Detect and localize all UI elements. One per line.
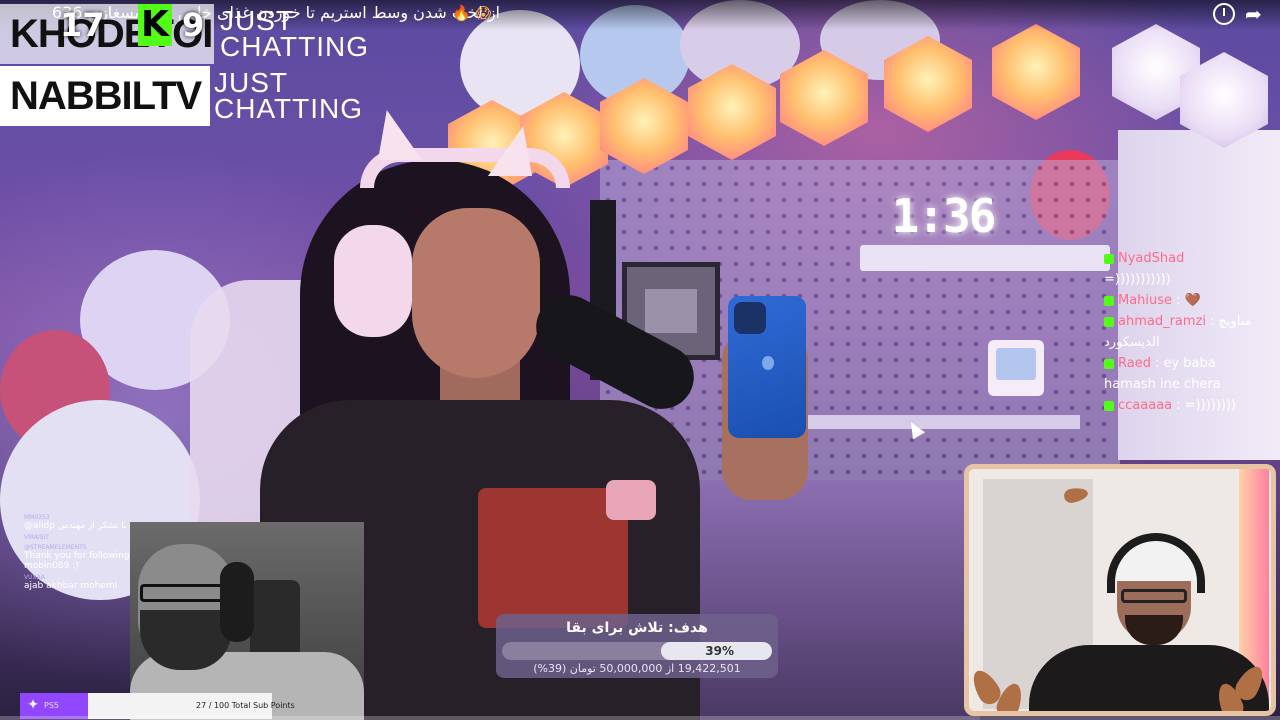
chat-username[interactable]: MM0353: [24, 514, 134, 521]
reactor-webcam: [130, 522, 364, 720]
chat-message: MM0353 @alidp با تشکر از مهندس: [24, 514, 134, 531]
badge-icon: [1104, 358, 1114, 369]
goal-amount: 19,422,501 از 50,000,000 تومان (39%): [533, 662, 741, 675]
chat-username[interactable]: ahmad_ramzi: [1118, 314, 1206, 329]
pip-person-beard: [1125, 615, 1183, 645]
goal-title: هدف: تلاش برای بقا: [566, 620, 708, 636]
digital-clock: 1:36: [891, 189, 997, 243]
chat-username[interactable]: NyadShad: [1118, 251, 1184, 266]
badge-icon: [1104, 295, 1114, 306]
title-emoji: 🔥 😱: [452, 4, 492, 22]
kick-count: 9: [182, 6, 205, 44]
video-seek-bar[interactable]: [0, 716, 1280, 720]
chat-username[interactable]: Mahiuse: [1118, 293, 1172, 308]
share-icon[interactable]: ➦: [1245, 2, 1262, 26]
chat-message: ahmad_ramzi : مناویچ: [1104, 311, 1264, 332]
chat-message: hamash ine chera: [1104, 374, 1264, 395]
pip-webcam: [964, 464, 1276, 716]
channel-category-1: JUST CHATTING: [220, 5, 370, 62]
channel-label-2: NABBILTV: [0, 66, 210, 126]
cat-ear: [378, 110, 422, 160]
wall-shelf: [860, 245, 1110, 271]
headphone-cup: [334, 225, 412, 337]
star-icon: ✦: [27, 697, 39, 713]
chat-message: Raed: ey baba: [1104, 353, 1264, 374]
headphone-cup: [220, 562, 254, 642]
kick-logo-icon: K: [138, 4, 172, 46]
glasses: [1121, 589, 1187, 603]
chat-text: hamash ine chera: [1104, 377, 1221, 392]
chat-text: @alidp با تشکر از مهندس: [24, 521, 127, 531]
chat-text: Thank you for following mobin089 :): [24, 551, 130, 571]
wall-shelf: [780, 415, 1080, 429]
viewer-count: 17: [60, 6, 105, 44]
phone: [728, 296, 806, 438]
chat-username[interactable]: VIRAISIT: [24, 534, 134, 541]
chat-message: VIRAISIT: [24, 534, 134, 541]
keychain: [606, 480, 656, 520]
chat-message: VUXAA ajab akhbar mohemi: [24, 574, 134, 591]
clock-icon[interactable]: [1213, 3, 1235, 25]
chat-text: =))))))))))): [1104, 272, 1171, 287]
chat-text: الدیسکورد: [1104, 335, 1160, 350]
chat-message: @STREAMELEMENTS Thank you for following m…: [24, 544, 134, 571]
chat-message: Mahiuse : 🤎: [1104, 290, 1264, 311]
mini-tv-figure: [988, 340, 1044, 396]
stream-chat-overlay: NyadShad =))))))))))) Mahiuse : 🤎 ahmad_ramz…: [1104, 248, 1264, 416]
chat-text: : مناویچ: [1210, 314, 1252, 329]
badge-icon: [1104, 400, 1114, 411]
chat-text: : 🤎: [1176, 293, 1201, 308]
badge-icon: [1104, 316, 1114, 327]
glasses: [140, 584, 226, 602]
reactor-chat: MM0353 @alidp با تشکر از مهندس VIRAISIT @ST…: [24, 514, 134, 594]
streamer-face: [412, 208, 540, 378]
badge-icon: [1104, 253, 1114, 264]
channel-category-2: JUST CHATTING: [214, 67, 364, 124]
chat-username[interactable]: @STREAMELEMENTS: [24, 544, 134, 551]
chat-message: NyadShad: [1104, 248, 1264, 269]
chat-username[interactable]: VUXAA: [24, 574, 134, 581]
goal-percent: 39%: [705, 644, 734, 658]
chat-username[interactable]: Raed: [1118, 356, 1151, 371]
chat-message: ccaaaaa : =)))))))): [1104, 395, 1264, 416]
donation-goal: هدف: تلاش برای بقا 39% 19,422,501 از 50,…: [496, 614, 778, 678]
chat-username[interactable]: ccaaaaa: [1118, 398, 1172, 413]
headphone-band: [1107, 533, 1205, 593]
hex-light: [992, 24, 1080, 120]
goal-progress-track: 39%: [502, 642, 772, 660]
chat-message: الدیسکورد: [1104, 332, 1264, 353]
chat-message: =))))))))))): [1104, 269, 1264, 290]
chat-text: : ey baba: [1154, 356, 1216, 371]
chat-text: ajab akhbar mohemi: [24, 581, 118, 591]
chat-text: : =)))))))): [1176, 398, 1237, 413]
